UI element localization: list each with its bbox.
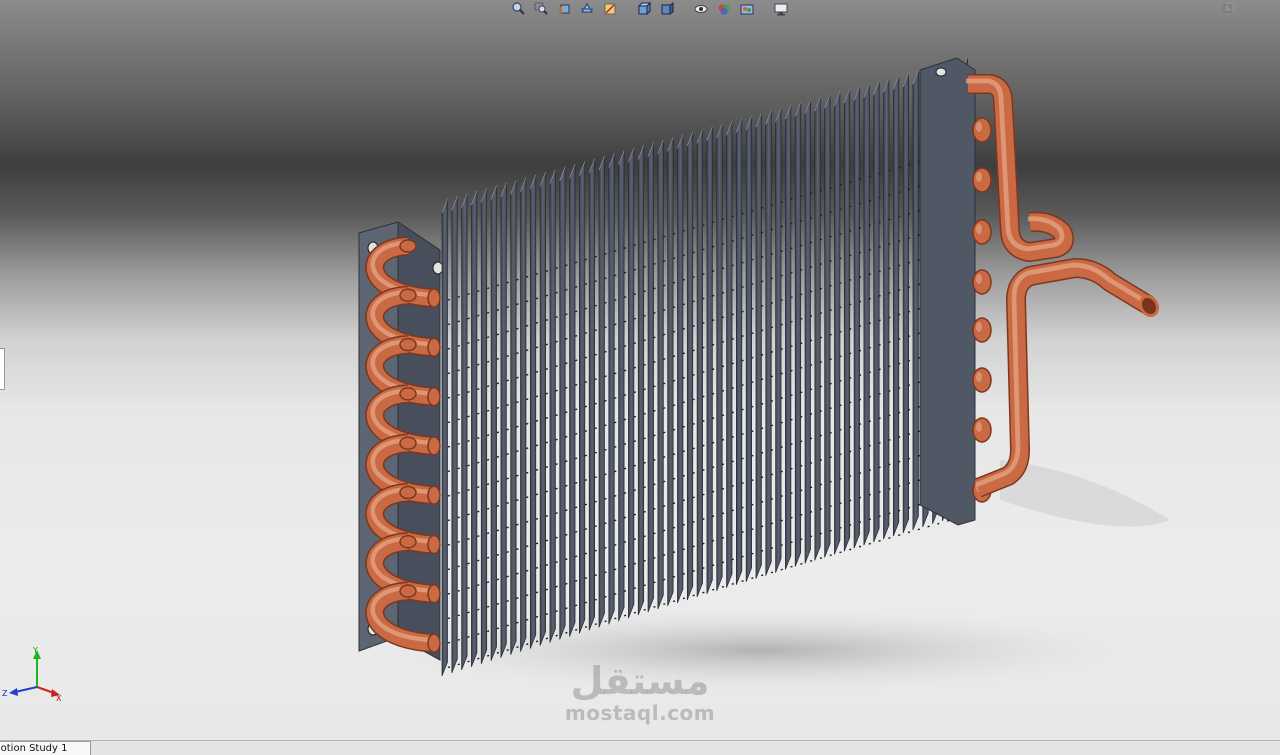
mounting-hole: [432, 261, 444, 275]
fin: [804, 99, 811, 564]
fin: [735, 118, 743, 585]
motion-study-tab[interactable]: Motion Study 1: [0, 741, 91, 755]
tube-end: [399, 239, 417, 253]
watermark-latin: mostaql.com: [564, 701, 716, 725]
fin: [637, 145, 645, 616]
fin: [579, 161, 586, 634]
fin: [559, 166, 566, 640]
tube-stub-highlight: [976, 322, 982, 332]
fin: [785, 104, 792, 570]
ground-shadow: [380, 460, 1170, 692]
tube-end: [399, 584, 417, 598]
tube-stub-highlight: [976, 224, 982, 234]
triad-x-label: X: [56, 694, 62, 703]
fin: [873, 80, 880, 543]
fin: [608, 153, 615, 625]
fin: [834, 91, 841, 555]
fin: [726, 121, 733, 588]
triad-z-label: Z: [2, 689, 8, 698]
fin: [657, 139, 664, 610]
fin: [628, 147, 635, 619]
fin: [500, 182, 507, 658]
fin-stack: [441, 56, 968, 677]
lower-header-pipe-outline: [974, 258, 1154, 498]
fin: [539, 172, 546, 646]
tube-end: [427, 337, 441, 358]
fin: [745, 115, 753, 582]
fin: [794, 102, 802, 567]
fin: [863, 83, 870, 546]
right-plate: [919, 57, 976, 526]
fin: [775, 107, 782, 573]
fin: [843, 88, 851, 552]
tube-end: [399, 485, 417, 500]
fin: [814, 96, 821, 561]
fin: [755, 113, 762, 579]
fin: [510, 180, 517, 655]
tube-stub-highlight: [976, 274, 982, 284]
fin: [912, 70, 919, 531]
tube-end: [427, 584, 441, 604]
watermark-arabic: مستقل: [570, 659, 710, 703]
tube-end: [399, 288, 417, 303]
fin: [618, 150, 625, 622]
fin: [853, 86, 860, 549]
fin: [824, 94, 831, 558]
tube-end: [427, 633, 441, 653]
tube-stub-highlight: [976, 372, 982, 382]
mounting-hole: [935, 67, 947, 77]
fin: [471, 190, 478, 668]
graphics-viewport[interactable]: Y X Z مستقل mostaql.com: [0, 0, 1280, 740]
condenser-model[interactable]: [0, 0, 1280, 740]
tube-stub: [972, 269, 992, 295]
tube-stub-highlight: [976, 172, 982, 182]
tube-stub: [972, 167, 992, 193]
fin: [480, 188, 488, 664]
tube-stub: [972, 117, 992, 143]
tube-end: [427, 386, 441, 407]
tube-end: [399, 387, 417, 401]
fin: [598, 155, 605, 628]
reference-triad: Y X Z: [2, 646, 62, 703]
tube-end: [427, 534, 441, 555]
fin: [441, 198, 448, 677]
tube-end: [399, 337, 417, 352]
tube-stub: [972, 219, 992, 245]
tube-stub-highlight: [976, 422, 982, 432]
tube-end: [399, 436, 417, 450]
fin: [677, 134, 684, 604]
fin: [902, 72, 909, 534]
fin: [706, 126, 713, 595]
tube-end: [399, 535, 417, 549]
fin: [696, 129, 703, 598]
fin: [883, 78, 890, 540]
fin: [892, 75, 900, 537]
right-end-plate: [919, 57, 976, 526]
tube-end: [427, 436, 441, 456]
fin: [765, 110, 772, 576]
watermark: مستقل mostaql.com: [540, 660, 740, 724]
tube-stub: [972, 367, 992, 393]
fin: [667, 137, 674, 607]
fin: [569, 163, 576, 637]
fin: [716, 123, 723, 591]
fin: [686, 131, 694, 601]
fin: [549, 169, 556, 643]
tube-end: [427, 485, 441, 505]
triad-y-label: Y: [32, 646, 38, 655]
tube-stub: [972, 317, 992, 343]
fin: [529, 174, 537, 649]
fin: [520, 177, 527, 652]
fin: [451, 196, 458, 674]
tube-stub: [972, 417, 992, 443]
fin: [490, 185, 497, 661]
tube-end: [427, 288, 441, 308]
tube-stub-highlight: [976, 122, 982, 132]
fin: [461, 193, 468, 671]
fin: [588, 158, 596, 631]
bottom-tab-bar: Motion Study 1: [0, 740, 1280, 755]
fin: [647, 142, 654, 613]
